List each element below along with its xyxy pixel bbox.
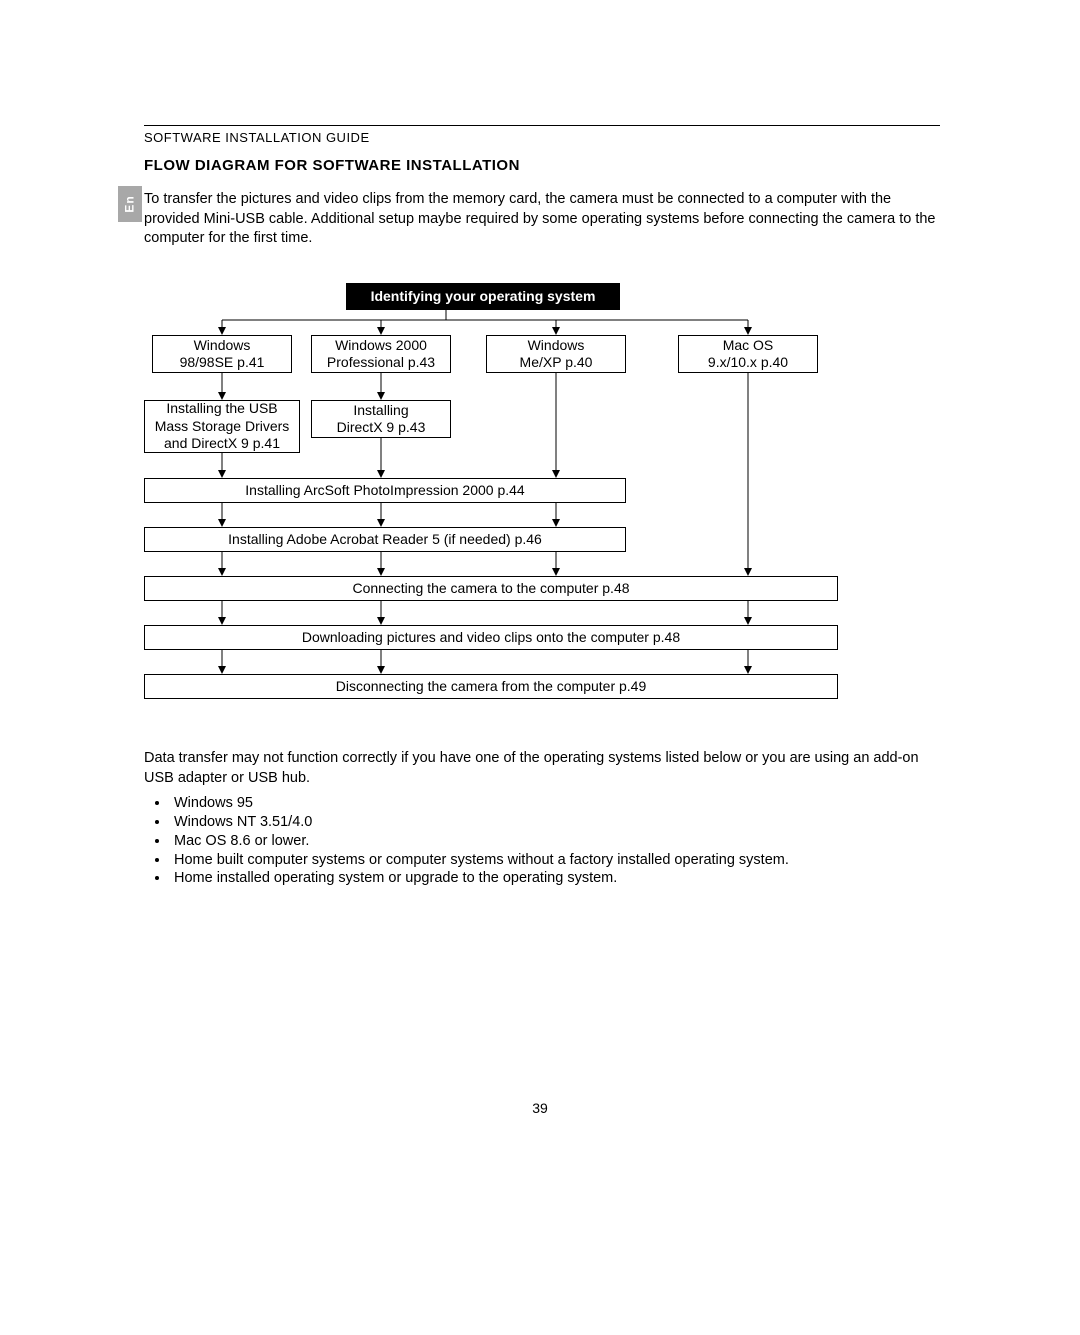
notice-paragraph: Data transfer may not function correctly…	[144, 749, 940, 788]
flow-connect: Connecting the camera to the computer p.…	[144, 576, 838, 601]
intro-paragraph: To transfer the pictures and video clips…	[144, 190, 940, 249]
header-guide: SOFTWARE INSTALLATION GUIDE	[144, 125, 940, 145]
page-number: 39	[0, 1100, 1080, 1116]
flow-os-winme: WindowsMe/XP p.40	[486, 335, 626, 373]
list-item: Home installed operating system or upgra…	[170, 869, 966, 888]
list-item: Mac OS 8.6 or lower.	[170, 832, 966, 851]
flow-disconnect: Disconnecting the camera from the comput…	[144, 674, 838, 699]
flow-install-usb: Installing the USBMass Storage Driversan…	[144, 400, 300, 453]
section-title: FLOW DIAGRAM FOR SOFTWARE INSTALLATION	[144, 157, 520, 174]
flow-os-win2000: Windows 2000Professional p.43	[311, 335, 451, 373]
flow-download: Downloading pictures and video clips ont…	[144, 625, 838, 650]
list-item: Windows 95	[170, 794, 966, 813]
unsupported-list: Windows 95 Windows NT 3.51/4.0 Mac OS 8.…	[144, 794, 966, 888]
flow-os-macos: Mac OS9.x/10.x p.40	[678, 335, 818, 373]
flow-arcsoft: Installing ArcSoft PhotoImpression 2000 …	[144, 478, 626, 503]
list-item: Windows NT 3.51/4.0	[170, 813, 966, 832]
flow-install-dx: InstallingDirectX 9 p.43	[311, 400, 451, 438]
list-item: Home built computer systems or computer …	[170, 851, 966, 870]
flow-identify-os: Identifying your operating system	[346, 283, 620, 310]
flow-diagram: Identifying your operating system Window…	[144, 283, 940, 703]
flow-acrobat: Installing Adobe Acrobat Reader 5 (if ne…	[144, 527, 626, 552]
language-tab: En	[118, 186, 142, 222]
flow-os-win98: Windows98/98SE p.41	[152, 335, 292, 373]
page: SOFTWARE INSTALLATION GUIDE FLOW DIAGRAM…	[0, 0, 1080, 1335]
